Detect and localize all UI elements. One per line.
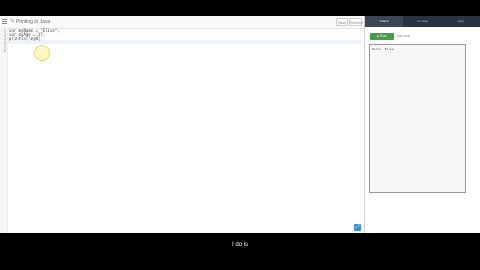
menu-icon[interactable] [2,19,7,24]
tab-help[interactable]: Help [442,16,480,27]
tab-output[interactable]: Output [365,16,404,27]
code-line[interactable]: println("myN| [9,37,40,41]
app-window: ✎ Printing in Java Save Restart 1 2 3 4 … [0,16,480,233]
output-pane: Output Console Help ▸ Run Just now Hello… [365,16,480,233]
mouse-cursor-highlight [34,45,50,61]
active-line-highlight [8,40,363,44]
output-tabs: Output Console Help [365,16,480,27]
pencil-icon[interactable]: ✎ [10,18,15,26]
run-button-label: Run [380,34,387,38]
restart-button[interactable]: Restart [349,18,363,26]
video-caption: I do is [231,242,248,248]
output-canvas: Hello, Elise [369,44,466,193]
line-number-gutter: 1 2 3 4 5 6 [0,28,8,233]
output-text: Hello, Elise [372,47,394,51]
resize-icon[interactable]: ⤢ [354,224,361,231]
tab-console[interactable]: Console [403,16,441,27]
save-button[interactable]: Save [336,18,348,26]
line-number: 6 [3,48,6,53]
code-editor-pane: ✎ Printing in Java Save Restart 1 2 3 4 … [0,16,365,233]
run-button[interactable]: ▸ Run [370,33,394,40]
run-status: Just now [396,34,410,38]
document-title[interactable]: Printing in Java [16,18,50,26]
